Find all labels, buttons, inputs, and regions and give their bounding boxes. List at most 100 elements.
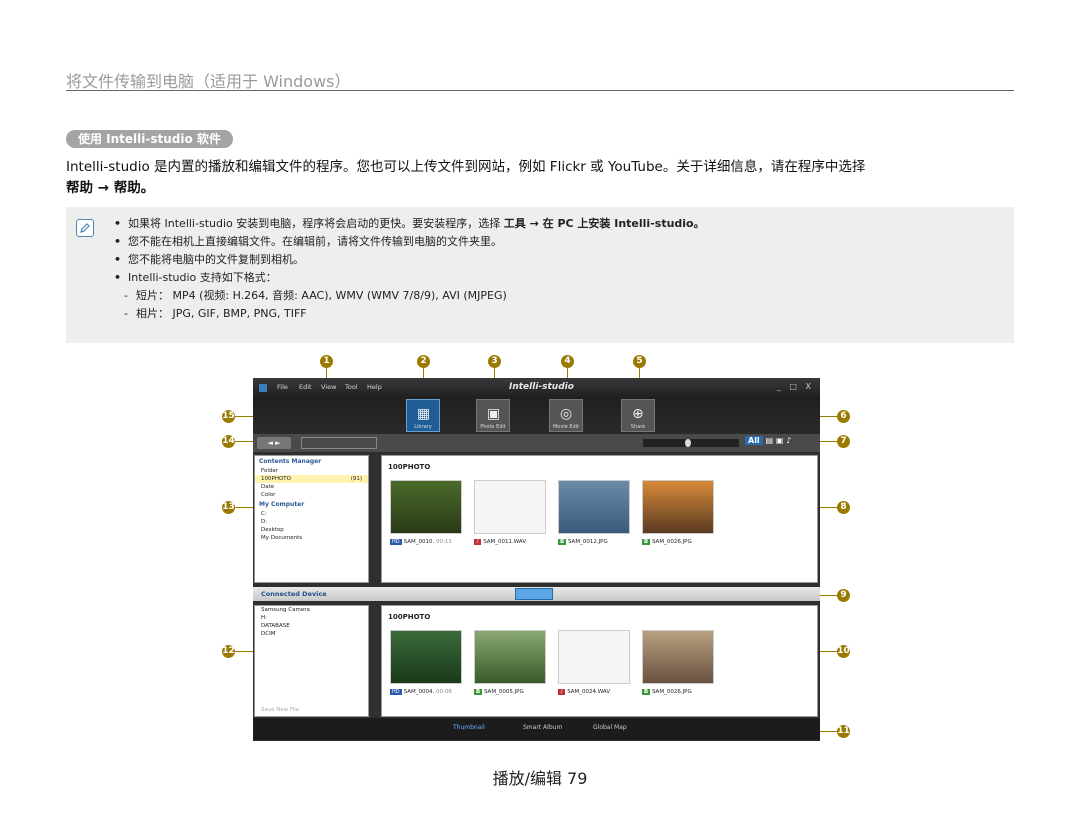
thumbnail-caption: ◘ SAM_0005.JPG — [474, 689, 524, 695]
share-button[interactable]: ⊕ Share — [621, 399, 655, 432]
menu-edit[interactable]: Edit — [299, 383, 312, 391]
thumbnail-caption: ◘ SAM_0012.JPG — [558, 539, 608, 545]
callout-1: 1 — [320, 355, 333, 368]
tab-smart-album[interactable]: Smart Album — [523, 724, 562, 731]
thumbnail[interactable] — [642, 480, 714, 534]
callout-6: 6 — [837, 410, 850, 423]
view-filter-buttons[interactable]: All ▤ ▣ ♪ — [745, 436, 815, 450]
callout-12: 12 — [222, 645, 235, 658]
movie-edit-button[interactable]: ◎ Movie Edit — [549, 399, 583, 432]
photo-edit-button[interactable]: ▣ Photo Edit — [476, 399, 510, 432]
zoom-slider-knob[interactable] — [685, 439, 691, 447]
library-icon: ▦ — [417, 406, 431, 422]
intelli-studio-window: File Edit View Tool Help Intelli-studio … — [253, 378, 820, 741]
intro-paragraph: Intelli-studio 是内置的播放和编辑文件的程序。您也可以上传文件到网… — [66, 157, 1016, 199]
contents-manager-panel: Contents Manager Folder 100PHOTO (91) Da… — [254, 455, 369, 583]
note-list: 如果将 Intelli-studio 安装到电脑，程序将会启动的更快。要安装程序… — [114, 215, 705, 323]
thumbnail-caption: ♪ SAM_0011.WAV — [474, 539, 527, 545]
tree-item-documents[interactable]: My Documents — [255, 534, 368, 542]
tree-item-date[interactable]: Date — [255, 483, 368, 491]
tree-item-color[interactable]: Color — [255, 491, 368, 499]
tree-item-desktop[interactable]: Desktop — [255, 526, 368, 534]
note-subitem: 相片： JPG, GIF, BMP, PNG, TIFF — [114, 305, 705, 323]
thumbnail[interactable] — [390, 630, 462, 684]
back-forward-buttons[interactable]: ◄ ► — [257, 437, 291, 449]
contents-manager-header: Contents Manager — [259, 458, 322, 465]
tool-label: Share — [630, 424, 646, 430]
tree-item-database[interactable]: DATABASE — [255, 622, 368, 630]
tool-label: Library — [414, 424, 432, 430]
tree-item-drive[interactable]: D: — [255, 518, 368, 526]
tree-item-drive[interactable]: C: — [255, 510, 368, 518]
note-text: 如果将 Intelli-studio 安装到电脑，程序将会启动的更快。要安装程序… — [128, 217, 501, 230]
movie-edit-icon: ◎ — [560, 406, 573, 422]
device-folder-label: 100PHOTO — [388, 613, 431, 621]
callout-4: 4 — [561, 355, 574, 368]
section-heading: 使用 Intelli-studio 软件 — [66, 130, 233, 148]
window-controls[interactable]: _ □ X — [777, 382, 814, 391]
callout-5: 5 — [633, 355, 646, 368]
tree-item-camera[interactable]: Samsung Camera — [255, 606, 368, 614]
tab-global-map[interactable]: Global Map — [593, 724, 627, 731]
tree-item-folder[interactable]: Folder — [255, 467, 368, 475]
device-tree-panel: Samsung Camera H: DATABASE DCIM Save New… — [254, 605, 369, 717]
callout-2: 2 — [417, 355, 430, 368]
thumbnail-caption: ◘ SAM_0026.JPG — [642, 539, 692, 545]
callout-3: 3 — [488, 355, 501, 368]
callout-11: 11 — [837, 725, 850, 738]
header-divider — [66, 90, 1014, 91]
callout-13: 13 — [222, 501, 235, 514]
note-item: 您不能在相机上直接编辑文件。在编辑前，请将文件传输到电脑的文件夹里。 — [114, 233, 705, 251]
thumbnail[interactable] — [474, 480, 546, 534]
callout-8: 8 — [837, 501, 850, 514]
filter-all-button[interactable]: All — [745, 436, 763, 445]
tree-count: (91) — [350, 476, 362, 482]
thumbnail-caption: HD SAM_0010. 00:11 — [390, 539, 452, 545]
thumbnail-caption: HD SAM_0004. 00:06 — [390, 689, 452, 695]
note-item: 您不能将电脑中的文件复制到相机。 — [114, 251, 705, 269]
thumbnail[interactable] — [642, 630, 714, 684]
pc-folder-label: 100PHOTO — [388, 463, 431, 471]
save-new-file-button[interactable]: Save New File — [255, 706, 305, 714]
callout-9: 9 — [837, 589, 850, 602]
note-box: 如果将 Intelli-studio 安装到电脑，程序将会启动的更快。要安装程序… — [66, 207, 1014, 343]
tree-item-dcim[interactable]: DCIM — [255, 630, 368, 638]
menu-help[interactable]: Help — [367, 383, 382, 391]
menu-file[interactable]: File — [277, 383, 288, 391]
note-pencil-icon — [76, 219, 94, 237]
tree-label: 100PHOTO — [261, 476, 291, 482]
intro-line-2: 帮助 → 帮助。 — [66, 180, 155, 196]
tree-item-100photo[interactable]: 100PHOTO (91) — [255, 475, 368, 483]
menu-view[interactable]: View — [321, 383, 336, 391]
thumbnail-caption: ♪ SAM_0024.WAV — [558, 689, 611, 695]
device-thumbnail-panel: 100PHOTO HD SAM_0004. 00:06 ◘ SAM_0005.JPG… — [381, 605, 818, 717]
note-subitem: 短片： MP4 (视频: H.264, 音频: AAC), WMV (WMV 7… — [114, 287, 705, 305]
page-header-title: 将文件传输到电脑（适用于 Windows） — [66, 72, 351, 91]
zoom-slider[interactable] — [643, 439, 739, 447]
view-mode-bar: Thumbnail Smart Album Global Map — [253, 718, 820, 740]
callout-10: 10 — [837, 645, 850, 658]
thumbnail[interactable] — [474, 630, 546, 684]
my-computer-header: My Computer — [259, 501, 305, 508]
note-item: 如果将 Intelli-studio 安装到电脑，程序将会启动的更快。要安装程序… — [114, 215, 705, 233]
page-footer: 播放/编辑 79 — [492, 769, 588, 788]
pc-thumbnail-panel: 100PHOTO HD SAM_0010. 00:11 ♪ SAM_0011.WAV… — [381, 455, 818, 583]
device-toggle-arrow[interactable] — [515, 588, 553, 600]
callout-7: 7 — [837, 435, 850, 448]
callout-15: 15 — [222, 410, 235, 423]
tree-item-drive[interactable]: H: — [255, 614, 368, 622]
thumbnail-caption: ◘ SAM_0026.JPG — [642, 689, 692, 695]
tab-thumbnail[interactable]: Thumbnail — [453, 724, 485, 731]
thumbnail[interactable] — [558, 630, 630, 684]
title-bar: File Edit View Tool Help Intelli-studio … — [253, 378, 820, 398]
thumbnail[interactable] — [390, 480, 462, 534]
library-button[interactable]: ▦ Library — [406, 399, 440, 432]
note-item: Intelli-studio 支持如下格式： — [114, 269, 705, 287]
thumbnail[interactable] — [558, 480, 630, 534]
note-bold-path: 工具 → 在 PC 上安装 Intelli-studio。 — [503, 217, 705, 230]
file-action-icons[interactable] — [301, 437, 377, 449]
nav-bar: ◄ ► All ▤ ▣ ♪ — [253, 434, 820, 452]
main-toolbar: ▦ Library ▣ Photo Edit ◎ Movie Edit ⊕ Sh… — [253, 398, 820, 434]
share-icon: ⊕ — [632, 406, 644, 422]
menu-tool[interactable]: Tool — [345, 383, 358, 391]
